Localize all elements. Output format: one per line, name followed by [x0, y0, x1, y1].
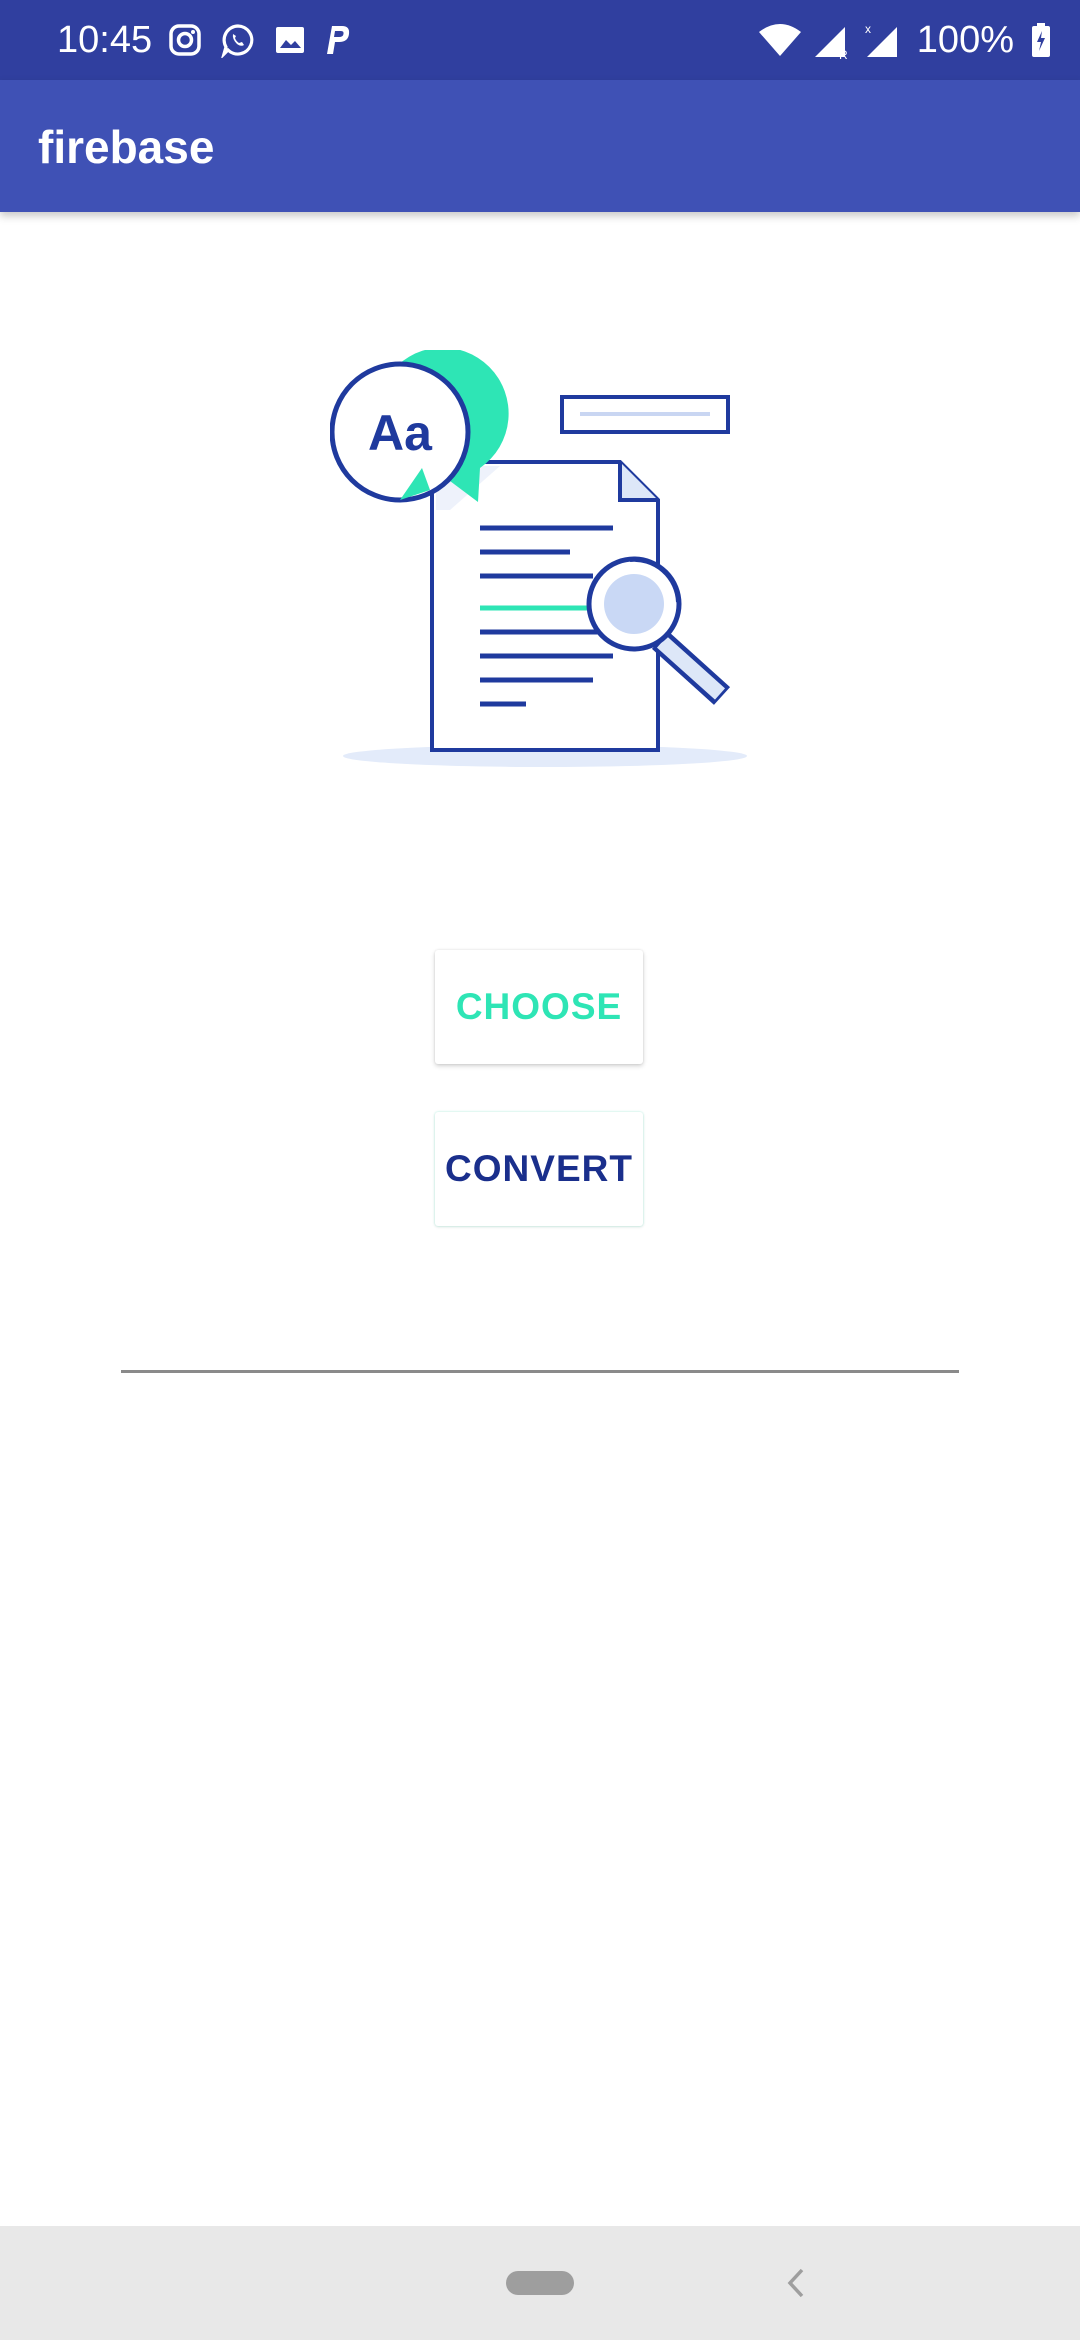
home-pill-icon[interactable]: [506, 2271, 574, 2295]
wifi-icon: [758, 24, 801, 56]
svg-text:R: R: [839, 48, 848, 59]
paypal-icon: [327, 26, 350, 54]
navigation-bar: [0, 2226, 1080, 2340]
svg-text:x: x: [865, 22, 871, 36]
status-time: 10:45: [57, 19, 153, 61]
cell-signal-icon: R: [814, 27, 848, 59]
back-icon[interactable]: [784, 2266, 808, 2300]
whatsapp-icon: [221, 24, 254, 58]
screen: 10:45 R x 100% firebase Aa CHOOSE CONVER…: [0, 0, 1080, 2340]
app-bar: firebase: [0, 80, 1080, 212]
aa-badge-text: Aa: [368, 405, 433, 461]
status-bar: 10:45 R x 100%: [0, 0, 1080, 80]
image-icon: [276, 27, 304, 53]
choose-button[interactable]: CHOOSE: [435, 950, 643, 1064]
notification-icons: [168, 20, 370, 60]
app-title: firebase: [38, 121, 215, 173]
document-search-illustration: Aa: [330, 350, 747, 767]
system-icons: R x 100%: [747, 18, 1050, 62]
convert-button[interactable]: CONVERT: [435, 1112, 643, 1226]
cell-signal-icon: x: [865, 22, 897, 57]
battery-icon: [1032, 23, 1050, 57]
output-text-field[interactable]: [121, 1320, 959, 1373]
instagram-icon: [169, 24, 201, 56]
battery-percent: 100%: [916, 19, 1014, 61]
